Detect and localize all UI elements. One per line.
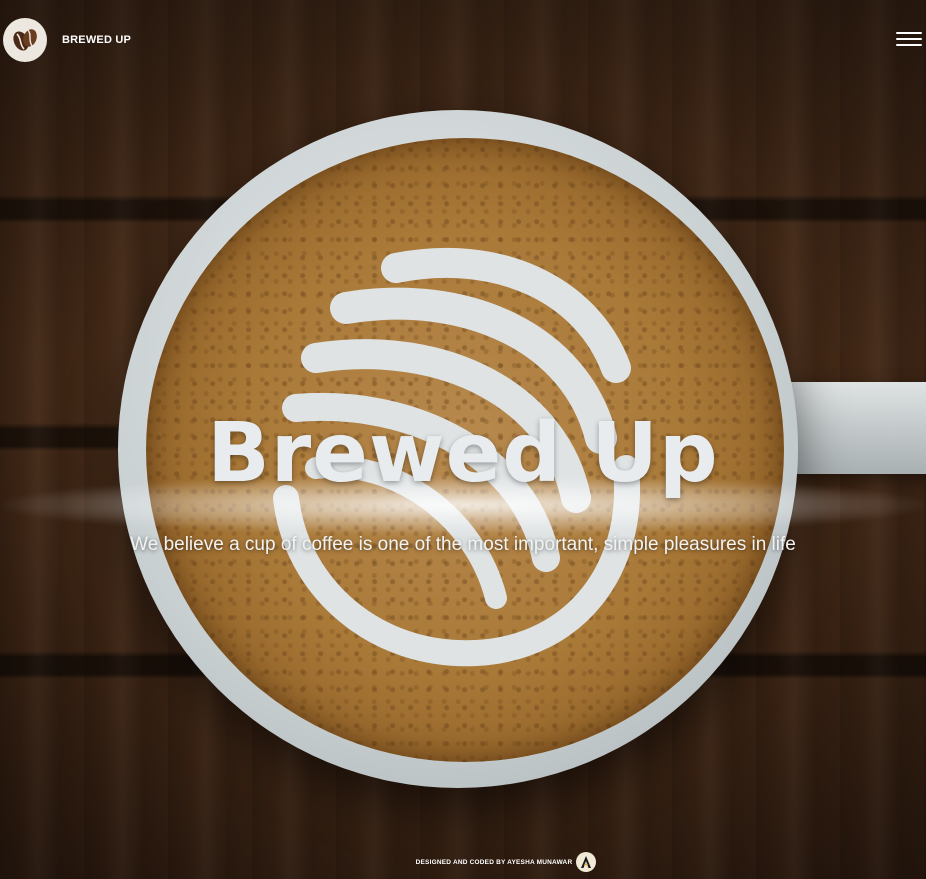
- brand-logo[interactable]: [3, 18, 47, 62]
- landing-page: BREWED UP Brewed Up We believe a cup of …: [0, 0, 926, 879]
- hamburger-menu-button[interactable]: [896, 32, 922, 50]
- coffee-beans-icon: [13, 29, 37, 51]
- hero-subtitle: We believe a cup of coffee is one of the…: [130, 534, 796, 555]
- hamburger-menu-icon: [896, 32, 922, 34]
- menu-bar: [896, 44, 922, 46]
- footer-credit: DESIGNED AND CODED BY AYESHA MUNAWAR: [0, 852, 926, 872]
- menu-bar: [896, 38, 922, 40]
- credit-text[interactable]: DESIGNED AND CODED BY AYESHA MUNAWAR: [416, 859, 573, 866]
- brand-name[interactable]: BREWED UP: [62, 34, 131, 46]
- author-logo-glyph: [581, 856, 592, 868]
- hero-title: Brewed Up: [207, 406, 719, 501]
- author-logo-icon[interactable]: [576, 852, 597, 872]
